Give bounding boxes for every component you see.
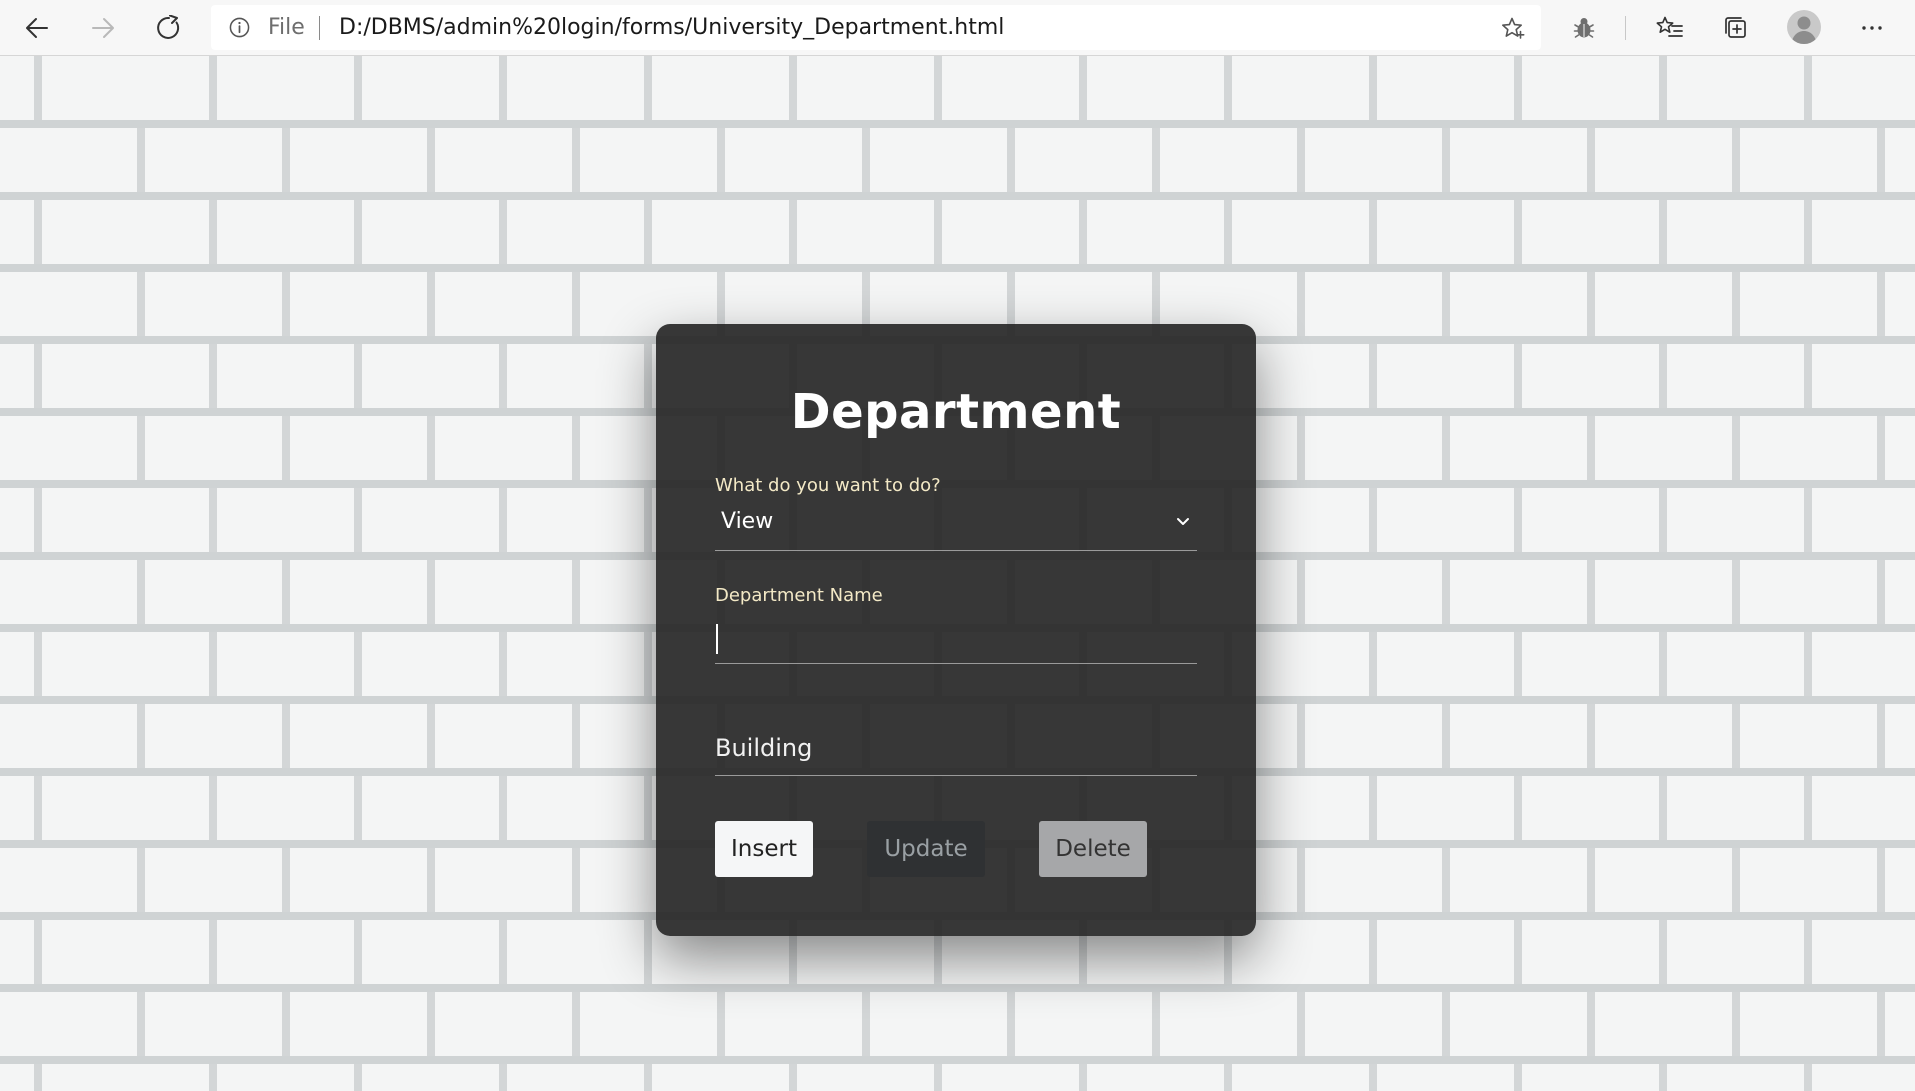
arrow-left-icon xyxy=(26,18,48,38)
address-scheme-label: File xyxy=(268,15,305,40)
bug-icon xyxy=(1573,18,1595,38)
brick-row xyxy=(0,200,1915,264)
back-button[interactable] xyxy=(17,8,57,48)
forward-button[interactable] xyxy=(83,8,123,48)
insert-button[interactable]: Insert xyxy=(715,821,813,877)
form-title: Department xyxy=(790,384,1122,440)
info-icon[interactable] xyxy=(229,17,250,38)
action-select-value: View xyxy=(721,509,774,534)
department-name-input[interactable] xyxy=(715,614,1197,664)
person-icon xyxy=(1791,16,1817,44)
refresh-button[interactable] xyxy=(149,8,189,48)
arrow-right-icon xyxy=(92,18,114,38)
building-placeholder: Building xyxy=(715,734,813,762)
department-form-card: Department What do you want to do? View … xyxy=(656,324,1256,936)
address-url[interactable]: D:/DBMS/admin%20login/forms/University_D… xyxy=(339,16,1004,40)
favorites-icon xyxy=(1656,16,1683,37)
building-input[interactable]: Building xyxy=(715,726,1197,776)
toolbar-divider xyxy=(1625,16,1626,40)
profile-avatar-icon[interactable] xyxy=(1787,10,1821,44)
department-name-label: Department Name xyxy=(715,585,883,606)
action-select[interactable]: View xyxy=(715,499,1197,551)
more-horizontal-icon xyxy=(1862,26,1882,30)
chevron-down-icon xyxy=(1177,518,1189,525)
brick-row xyxy=(0,1064,1915,1091)
star-add-icon[interactable] xyxy=(1501,16,1525,40)
action-select-label: What do you want to do? xyxy=(715,475,941,496)
refresh-icon xyxy=(157,15,180,39)
collections-icon xyxy=(1725,17,1746,38)
favorites-button[interactable] xyxy=(1650,8,1690,48)
address-bar[interactable]: File D:/DBMS/admin%20login/forms/Univers… xyxy=(211,5,1541,50)
page-viewport: Department What do you want to do? View … xyxy=(0,56,1915,1091)
delete-button[interactable]: Delete xyxy=(1039,821,1147,877)
brick-row xyxy=(0,56,1915,120)
text-caret xyxy=(716,624,718,654)
address-separator xyxy=(319,16,320,40)
more-menu-button[interactable] xyxy=(1852,8,1892,48)
browser-toolbar: File D:/DBMS/admin%20login/forms/Univers… xyxy=(0,0,1915,56)
collections-button[interactable] xyxy=(1716,8,1756,48)
extension-button[interactable] xyxy=(1564,8,1604,48)
update-button[interactable]: Update xyxy=(867,821,985,877)
